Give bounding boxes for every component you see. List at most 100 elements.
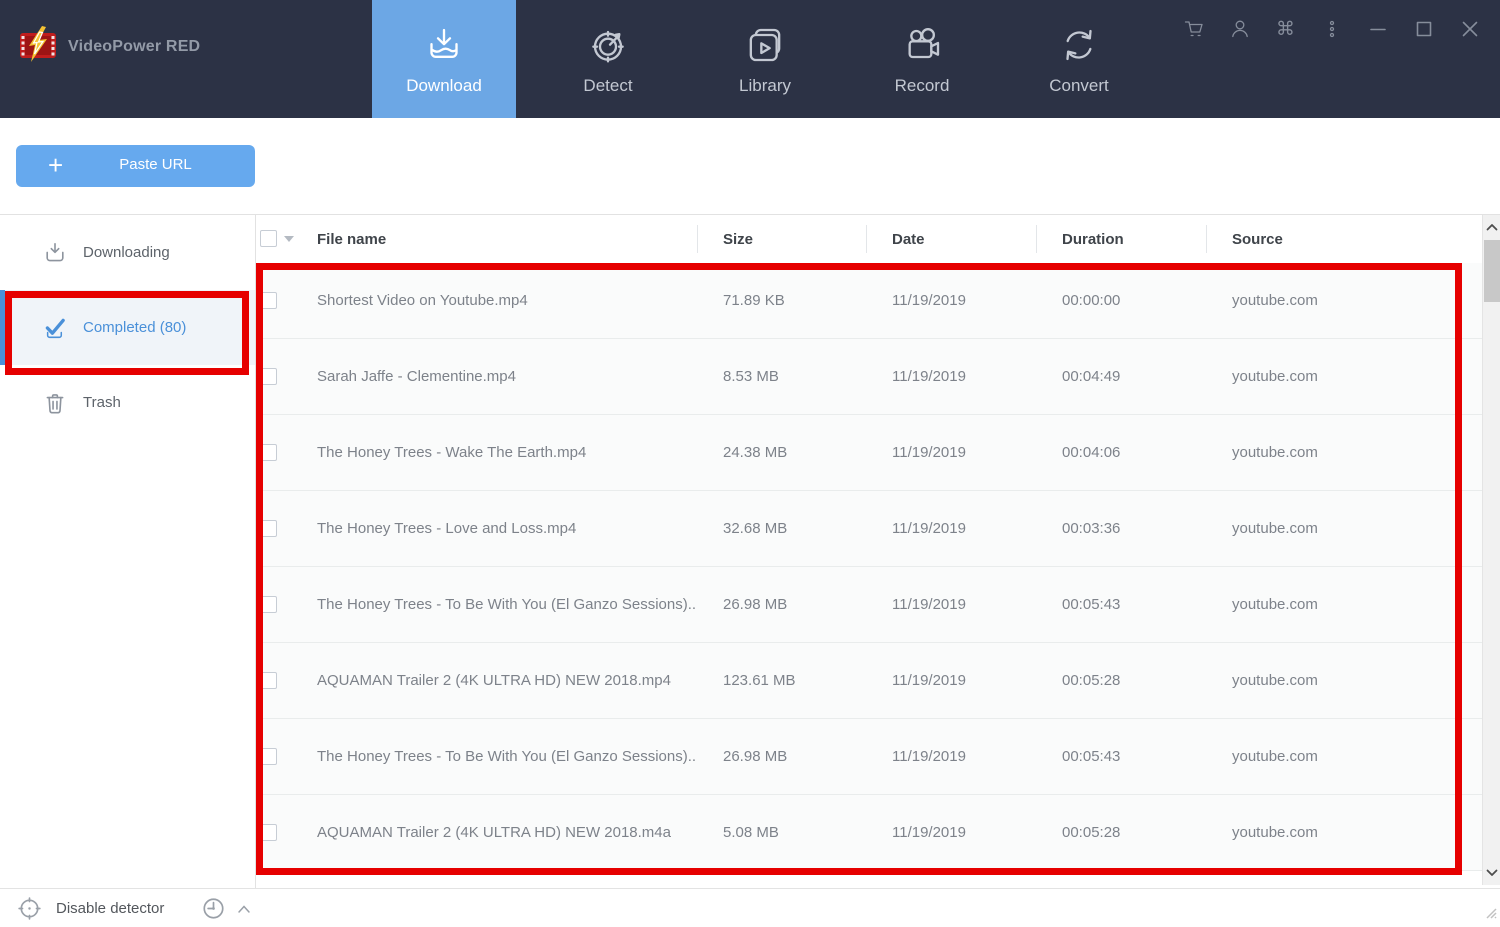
tab-convert[interactable]: Convert — [1014, 0, 1144, 118]
trash-icon — [42, 390, 68, 416]
header-separator — [1036, 225, 1037, 253]
cell-file-name: The Honey Trees - Love and Loss.mp4 — [317, 520, 577, 537]
download-list: File name Size Date Duration Source Shor… — [256, 215, 1482, 888]
resize-grip-icon[interactable] — [1486, 906, 1497, 924]
header-separator — [697, 225, 698, 253]
select-all-checkbox[interactable] — [260, 230, 277, 247]
row-checkbox[interactable] — [260, 292, 277, 309]
sidebar-item-downloading[interactable]: Downloading — [0, 215, 255, 290]
cell-duration: 00:04:49 — [1062, 368, 1121, 385]
scrollbar-thumb[interactable] — [1484, 240, 1500, 302]
tab-detect[interactable]: Detect — [543, 0, 673, 118]
cell-date: 11/19/2019 — [892, 596, 966, 613]
minimize-icon[interactable] — [1361, 14, 1394, 44]
column-date[interactable]: Date — [866, 231, 1036, 248]
row-checkbox-cell — [256, 719, 312, 794]
table-row[interactable]: The Honey Trees - To Be With You (El Gan… — [256, 567, 1482, 643]
row-checkbox[interactable] — [260, 824, 277, 841]
paste-url-button[interactable]: + Paste URL — [16, 145, 255, 187]
table-row[interactable]: Sarah Jaffe - Clementine.mp4 8.53 MB 11/… — [256, 339, 1482, 415]
cell-date: 11/19/2019 — [892, 748, 966, 765]
cell-source: youtube.com — [1232, 368, 1318, 385]
cell-date: 11/19/2019 — [892, 672, 966, 689]
table-row[interactable]: The Honey Trees - To Be With You (El Gan… — [256, 719, 1482, 795]
sidebar-item-trash[interactable]: Trash — [0, 365, 255, 440]
row-checkbox-cell — [256, 795, 312, 870]
disable-detector-label: Disable detector — [56, 900, 165, 917]
disable-detector-toggle[interactable]: Disable detector — [16, 895, 164, 922]
clock-icon — [203, 898, 224, 919]
schedule-control[interactable] — [200, 895, 251, 922]
column-file-name[interactable]: File name — [312, 231, 697, 248]
row-checkbox[interactable] — [260, 368, 277, 385]
row-checkbox-cell — [256, 491, 312, 566]
row-checkbox[interactable] — [260, 596, 277, 613]
sidebar: Downloading Completed (80) Trash — [0, 215, 256, 888]
table-row[interactable]: AQUAMAN Trailer 2 (4K ULTRA HD) NEW 2018… — [256, 643, 1482, 719]
cell-source: youtube.com — [1232, 292, 1318, 309]
cell-size: 123.61 MB — [723, 672, 796, 689]
main-nav: Download Detect Library Record Convert — [372, 0, 1144, 118]
cell-file-name: Sarah Jaffe - Clementine.mp4 — [317, 368, 516, 385]
cell-source: youtube.com — [1232, 520, 1318, 537]
commands-icon[interactable]: ⌘ — [1269, 14, 1302, 44]
convert-icon — [1058, 24, 1100, 66]
column-source[interactable]: Source — [1206, 231, 1482, 248]
scroll-down-icon[interactable] — [1483, 863, 1500, 883]
user-icon[interactable] — [1223, 14, 1256, 44]
sidebar-item-label: Trash — [83, 394, 121, 411]
table-row[interactable]: AQUAMAN Trailer 2 (4K ULTRA HD) NEW 2018… — [256, 795, 1482, 871]
chevron-up-icon[interactable] — [237, 904, 251, 914]
column-size[interactable]: Size — [697, 231, 866, 248]
kebab-menu-icon[interactable] — [1315, 14, 1348, 44]
maximize-icon[interactable] — [1407, 14, 1440, 44]
tab-record[interactable]: Record — [857, 0, 987, 118]
cell-duration: 00:03:36 — [1062, 520, 1121, 537]
cart-icon[interactable] — [1177, 14, 1210, 44]
row-checkbox[interactable] — [260, 748, 277, 765]
cell-size: 26.98 MB — [723, 748, 788, 765]
tab-label: Convert — [1049, 76, 1109, 95]
app-window: VideoPower RED Download Detect Library R… — [0, 0, 1500, 927]
cell-duration: 00:00:00 — [1062, 292, 1121, 309]
column-duration[interactable]: Duration — [1036, 231, 1206, 248]
vertical-scrollbar[interactable] — [1482, 215, 1500, 885]
row-checkbox[interactable] — [260, 520, 277, 537]
table-header: File name Size Date Duration Source — [256, 215, 1482, 263]
tab-library[interactable]: Library — [700, 0, 830, 118]
row-checkbox[interactable] — [260, 444, 277, 461]
header-checkbox-cell — [256, 215, 312, 263]
table-row[interactable]: The Honey Trees - Wake The Earth.mp4 24.… — [256, 415, 1482, 491]
library-icon — [744, 24, 786, 66]
sidebar-item-label: Completed (80) — [83, 319, 187, 336]
row-checkbox[interactable] — [260, 672, 277, 689]
cell-date: 11/19/2019 — [892, 368, 966, 385]
tab-label: Library — [739, 76, 791, 95]
sidebar-item-completed[interactable]: Completed (80) — [0, 290, 255, 365]
row-checkbox-cell — [256, 415, 312, 490]
table-row[interactable]: The Honey Trees - Love and Loss.mp4 32.6… — [256, 491, 1482, 567]
record-icon — [901, 24, 943, 66]
close-icon[interactable] — [1453, 14, 1486, 44]
table-row[interactable]: Shortest Video on Youtube.mp4 71.89 KB 1… — [256, 263, 1482, 339]
cell-size: 24.38 MB — [723, 444, 788, 461]
cell-date: 11/19/2019 — [892, 520, 966, 537]
download-icon — [423, 24, 465, 66]
sidebar-item-label: Downloading — [83, 244, 170, 261]
cell-size: 32.68 MB — [723, 520, 788, 537]
tab-download[interactable]: Download — [372, 0, 516, 118]
scroll-up-icon[interactable] — [1483, 217, 1500, 237]
cell-date: 11/19/2019 — [892, 444, 966, 461]
cell-file-name: The Honey Trees - Wake The Earth.mp4 — [317, 444, 587, 461]
row-checkbox-cell — [256, 643, 312, 718]
header-caret-icon[interactable] — [284, 236, 294, 242]
cell-duration: 00:05:43 — [1062, 748, 1121, 765]
cell-duration: 00:05:28 — [1062, 672, 1121, 689]
cell-file-name: AQUAMAN Trailer 2 (4K ULTRA HD) NEW 2018… — [317, 824, 671, 841]
selected-indicator — [0, 290, 5, 365]
detector-icon — [18, 897, 41, 920]
detect-icon — [587, 24, 629, 66]
cell-source: youtube.com — [1232, 596, 1318, 613]
cell-duration: 00:05:28 — [1062, 824, 1121, 841]
cell-file-name: Shortest Video on Youtube.mp4 — [317, 292, 528, 309]
